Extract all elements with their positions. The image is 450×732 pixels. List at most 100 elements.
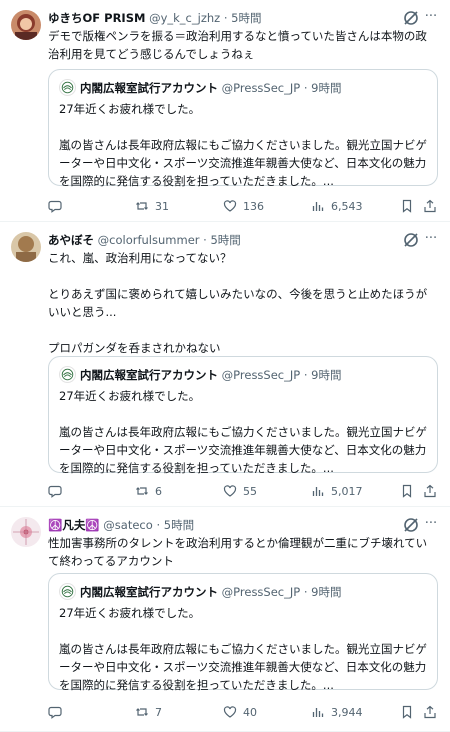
quote-tweet-card[interactable]: 内閣広報室試行アカウント @PressSec_JP · 9時間 27年近くお疲れ… (48, 356, 438, 475)
like-count: 55 (243, 484, 257, 498)
share-button[interactable] (423, 481, 437, 501)
views-icon (312, 487, 324, 496)
author-name[interactable]: ゆきちOF PRISM (48, 11, 145, 25)
quote-tweet-card[interactable]: 内閣広報室試行アカウント @PressSec_JP · 9時間 27年近くお疲れ… (48, 69, 438, 188)
tweet-text: デモで版権ペンラを振る＝政治利用するなと憤っていた皆さんは本物の政治利用を見てど… (48, 29, 427, 61)
quoted-header: 内閣広報室試行アカウント @PressSec_JP · 9時間 (80, 79, 429, 97)
quoted-author-handle: @PressSec_JP (221, 585, 301, 599)
action-bar: 6 55 5,017 (48, 481, 438, 501)
tweet-card[interactable]: あやぼそ @colorfulsummer · 5時間 ··· これ、嵐、政治利用… (0, 222, 450, 507)
avatar[interactable] (11, 10, 41, 40)
tweet-card[interactable]: ☮️凡夫☮️ @sateco · 5時間 ··· 性加害事務所のタレントを政治利… (0, 507, 450, 732)
like-button[interactable]: 136 (223, 196, 264, 216)
timestamp[interactable]: 5時間 (164, 518, 194, 532)
separator-dot: · (303, 585, 308, 599)
separator-dot: · (223, 11, 228, 25)
tweet-header: ☮️凡夫☮️ @sateco · 5時間 (48, 517, 440, 533)
reply-icon (48, 706, 62, 719)
views-button[interactable]: 6,543 (311, 196, 363, 216)
like-count: 136 (243, 199, 264, 213)
author-handle[interactable]: @sateco (103, 518, 152, 532)
grok-icon[interactable] (402, 9, 420, 27)
repost-button[interactable]: 7 (135, 702, 162, 722)
bookmark-button[interactable] (400, 481, 414, 501)
reply-button[interactable] (48, 481, 68, 501)
author-handle[interactable]: @y_k_c_jzhz (149, 11, 220, 25)
bookmark-button[interactable] (400, 196, 414, 216)
quoted-timestamp: 9時間 (311, 585, 342, 599)
views-icon (312, 202, 324, 211)
quoted-avatar[interactable] (59, 366, 76, 383)
author-name[interactable]: ☮️凡夫☮️ (48, 518, 100, 532)
action-bar: 7 40 3,944 (48, 702, 438, 722)
more-icon[interactable]: ··· (424, 230, 438, 248)
avatar[interactable] (11, 232, 41, 262)
quoted-text: 27年近くお疲れ様でした。 嵐の皆さんは長年政府広報にもご協力くださいました。観… (59, 102, 427, 188)
repost-icon (136, 487, 148, 495)
bookmark-icon (402, 199, 412, 213)
repost-count: 6 (155, 484, 162, 498)
action-bar: 31 136 6,543 (48, 196, 438, 216)
share-icon (424, 199, 436, 213)
tweet-card[interactable]: ゆきちOF PRISM @y_k_c_jzhz · 5時間 ··· デモで版権ペ… (0, 0, 450, 222)
tweet-header: あやぼそ @colorfulsummer · 5時間 (48, 232, 440, 248)
reply-button[interactable] (48, 196, 68, 216)
share-icon (424, 484, 436, 498)
repost-button[interactable]: 31 (135, 196, 169, 216)
quoted-author-name: 内閣広報室試行アカウント (80, 585, 218, 599)
views-button[interactable]: 3,944 (311, 702, 363, 722)
more-icon[interactable]: ··· (424, 515, 438, 533)
author-handle[interactable]: @colorfulsummer (98, 233, 200, 247)
share-button[interactable] (423, 702, 437, 722)
quoted-timestamp: 9時間 (311, 81, 342, 95)
share-icon (424, 705, 436, 719)
separator-dot: · (156, 518, 161, 532)
quoted-text: 27年近くお疲れ様でした。 嵐の皆さんは長年政府広報にもご協力くださいました。観… (59, 389, 427, 475)
more-icon[interactable]: ··· (424, 8, 438, 26)
timeline-feed: ゆきちOF PRISM @y_k_c_jzhz · 5時間 ··· デモで版権ペ… (0, 0, 450, 732)
quoted-author-handle: @PressSec_JP (221, 81, 301, 95)
timestamp[interactable]: 5時間 (231, 11, 261, 25)
views-count: 6,543 (331, 199, 363, 213)
quoted-author-name: 内閣広報室試行アカウント (80, 368, 218, 382)
like-button[interactable]: 40 (223, 702, 257, 722)
separator-dot: · (203, 233, 207, 247)
repost-count: 7 (155, 705, 162, 719)
separator-dot: · (303, 368, 308, 382)
share-button[interactable] (423, 196, 437, 216)
quoted-author-handle: @PressSec_JP (221, 368, 301, 382)
quoted-avatar[interactable] (59, 79, 76, 96)
bookmark-icon (402, 705, 412, 719)
reply-icon (48, 200, 62, 213)
tweet-header: ゆきちOF PRISM @y_k_c_jzhz · 5時間 (48, 10, 440, 26)
views-count: 5,017 (331, 484, 363, 498)
quote-tweet-card[interactable]: 内閣広報室試行アカウント @PressSec_JP · 9時間 27年近くお疲れ… (48, 573, 438, 692)
bookmark-button[interactable] (400, 702, 414, 722)
like-icon (223, 706, 237, 718)
separator-dot: · (303, 81, 308, 95)
quoted-timestamp: 9時間 (311, 368, 342, 382)
like-button[interactable]: 55 (223, 481, 257, 501)
author-name[interactable]: あやぼそ (48, 233, 94, 247)
quoted-header: 内閣広報室試行アカウント @PressSec_JP · 9時間 (80, 583, 429, 601)
quoted-avatar[interactable] (59, 583, 76, 600)
like-icon (223, 200, 237, 212)
tweet-text: これ、嵐、政治利用になってない？ とりあえず国に褒められて嬉しいみたいなの、今後… (48, 251, 428, 355)
views-icon (312, 708, 324, 717)
reply-button[interactable] (48, 702, 68, 722)
repost-button[interactable]: 6 (135, 481, 162, 501)
avatar[interactable] (11, 517, 41, 547)
like-count: 40 (243, 705, 257, 719)
repost-count: 31 (155, 199, 169, 213)
quoted-header: 内閣広報室試行アカウント @PressSec_JP · 9時間 (80, 366, 429, 384)
timestamp[interactable]: 5時間 (210, 233, 240, 247)
grok-icon[interactable] (402, 516, 420, 534)
grok-icon[interactable] (402, 231, 420, 249)
tweet-text: 性加害事務所のタレントを政治利用するとか倫理観が二重にブチ壊れていて終わってるア… (48, 536, 428, 568)
repost-icon (136, 708, 148, 716)
quoted-author-name: 内閣広報室試行アカウント (80, 81, 218, 95)
views-count: 3,944 (331, 705, 363, 719)
quoted-text: 27年近くお疲れ様でした。 嵐の皆さんは長年政府広報にもご協力くださいました。観… (59, 606, 427, 692)
views-button[interactable]: 5,017 (311, 481, 363, 501)
like-icon (223, 485, 237, 497)
